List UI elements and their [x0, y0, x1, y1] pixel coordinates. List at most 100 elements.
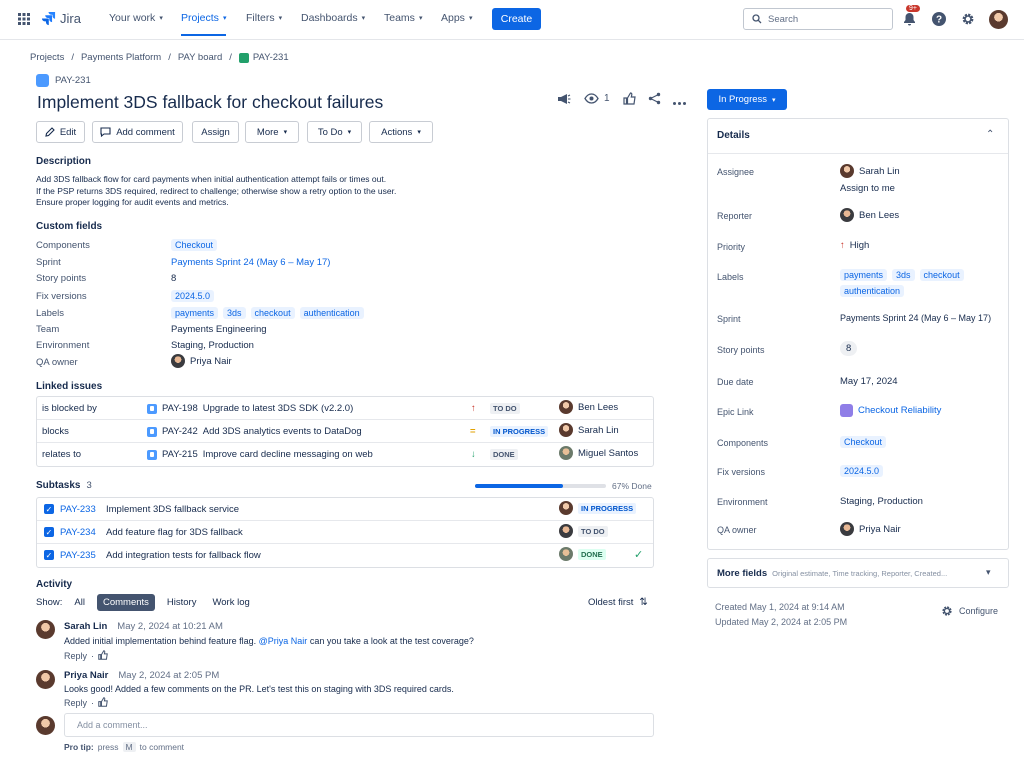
create-button[interactable]: Create — [492, 8, 541, 30]
more-button[interactable]: More ▾ — [245, 121, 299, 143]
label-tag[interactable]: authentication — [299, 307, 364, 319]
reply-button[interactable]: Reply — [64, 651, 87, 661]
label-tag[interactable]: 3ds — [223, 307, 246, 319]
label-tag[interactable]: payments — [840, 269, 888, 281]
nav-your-work[interactable]: Your work ▾ — [109, 12, 163, 24]
cf-qa-owner-value[interactable]: Priya Nair — [171, 354, 232, 368]
details-header[interactable]: Details ⌃ — [708, 119, 1008, 154]
subtask-row[interactable]: ✓ PAY-235 Add integration tests for fall… — [37, 544, 653, 567]
todo-button[interactable]: To Do ▾ — [307, 121, 362, 143]
share-icon[interactable] — [648, 92, 661, 108]
qa-owner-value[interactable]: Priya Nair — [840, 522, 1005, 536]
cf-components-value[interactable]: Checkout — [171, 239, 218, 251]
nav-projects[interactable]: Projects ▾ — [181, 12, 227, 36]
breadcrumb-issue[interactable]: PAY-231 — [238, 52, 289, 63]
comment-author[interactable]: Priya Nair — [64, 670, 108, 681]
help-icon[interactable]: ? — [930, 10, 948, 28]
cf-labels-value[interactable]: payments 3ds checkout authentication — [171, 307, 364, 319]
issue-key[interactable]: PAY-231 — [55, 75, 91, 86]
subtask-summary[interactable]: Implement 3DS fallback service — [106, 504, 239, 515]
settings-gear-icon[interactable] — [959, 10, 977, 28]
subtask-checkbox[interactable]: ✓ — [44, 550, 54, 560]
cf-team-value[interactable]: Payments Engineering — [171, 324, 267, 335]
label-tag[interactable]: checkout — [919, 269, 964, 281]
subtask-checkbox[interactable]: ✓ — [44, 527, 54, 537]
subtask-checkbox[interactable]: ✓ — [44, 504, 54, 514]
version-tag[interactable]: 2024.5.0 — [171, 290, 215, 302]
nav-filters[interactable]: Filters ▾ — [246, 12, 282, 24]
story-points-value[interactable]: 8 — [840, 341, 1005, 356]
assign-button[interactable]: Assign — [192, 121, 239, 143]
add-comment-input[interactable]: Add a comment... — [64, 713, 654, 737]
chevron-down-icon[interactable]: ▾ — [986, 567, 991, 578]
linked-issue[interactable]: PAY-242 Add 3DS analytics events to DataD… — [147, 426, 362, 437]
subtask-key[interactable]: PAY-235 — [60, 550, 96, 561]
cf-story-points-value[interactable]: 8 — [171, 273, 176, 284]
nav-teams[interactable]: Teams ▾ — [384, 12, 422, 24]
cf-environment-value[interactable]: Staging, Production — [171, 340, 254, 351]
subtask-key[interactable]: PAY-233 — [60, 504, 96, 515]
actions-button[interactable]: Actions ▾ — [369, 121, 433, 143]
cf-sprint-value[interactable]: Payments Sprint 24 (May 6 – May 17) — [171, 257, 330, 268]
notifications-bell-icon[interactable]: 9+ — [900, 5, 920, 28]
subtask-summary[interactable]: Add integration tests for fallback flow — [106, 550, 261, 561]
reply-button[interactable]: Reply — [64, 698, 87, 708]
more-fields-section[interactable]: More fields Original estimate, Time trac… — [707, 558, 1009, 588]
linked-issue-row[interactable]: relates to PAY-215 Improve card decline m… — [37, 443, 653, 466]
subtask-row[interactable]: ✓ PAY-233 Implement 3DS fallback service… — [37, 498, 653, 521]
nav-dashboards[interactable]: Dashboards ▾ — [301, 12, 365, 24]
breadcrumb-projects[interactable]: Projects — [30, 52, 64, 63]
like-thumbs-up-icon[interactable] — [98, 697, 108, 709]
priority-value[interactable]: ↑ High — [840, 240, 1005, 251]
like-thumbs-up-icon[interactable] — [623, 92, 636, 108]
app-switcher-icon[interactable] — [18, 13, 30, 28]
issue-title[interactable]: Implement 3DS fallback for checkout fail… — [37, 92, 383, 113]
filter-all[interactable]: All — [70, 594, 89, 611]
subtask-row[interactable]: ✓ PAY-234 Add feature flag for 3DS fallb… — [37, 521, 653, 544]
chevron-up-icon[interactable]: ⌃ — [986, 129, 994, 140]
nav-apps[interactable]: Apps ▾ — [441, 12, 472, 24]
assignee-value[interactable]: Sarah Lin — [840, 164, 1005, 178]
reporter-value[interactable]: Ben Lees — [840, 208, 1005, 222]
assign-to-me-link[interactable]: Assign to me — [840, 183, 1005, 194]
description-body[interactable]: Add 3DS fallback flow for card payments … — [36, 174, 396, 209]
breadcrumb-board[interactable]: PAY board — [178, 52, 222, 63]
configure-button[interactable]: Configure — [941, 605, 998, 617]
profile-avatar[interactable] — [989, 10, 1008, 29]
watch-button[interactable]: 1 — [584, 93, 610, 104]
subtask-summary[interactable]: Add feature flag for 3DS fallback — [106, 527, 243, 538]
label-tag[interactable]: checkout — [250, 307, 295, 319]
epic-link-value[interactable]: Checkout Reliability — [840, 404, 1005, 417]
linked-issue-row[interactable]: blocks PAY-242 Add 3DS analytics events t… — [37, 420, 653, 443]
fix-versions-value[interactable]: 2024.5.0 — [840, 465, 1005, 477]
components-value[interactable]: Checkout — [840, 436, 1005, 448]
mention-link[interactable]: @Priya Nair — [259, 636, 308, 646]
edit-button[interactable]: Edit — [36, 121, 85, 143]
add-comment-button[interactable]: Add comment — [92, 121, 183, 143]
comment-author[interactable]: Sarah Lin — [64, 621, 107, 632]
label-tag[interactable]: 3ds — [892, 269, 915, 281]
label-tag[interactable]: payments — [171, 307, 219, 319]
breadcrumb-project[interactable]: Payments Platform — [81, 52, 161, 63]
filter-work-log[interactable]: Work log — [208, 594, 253, 611]
status-dropdown[interactable]: In Progress ▾ — [707, 89, 787, 110]
environment-value[interactable]: Staging, Production — [840, 496, 1005, 507]
linked-issue-row[interactable]: is blocked by PAY-198 Upgrade to latest 3… — [37, 397, 653, 420]
jira-logo[interactable]: Jira — [41, 11, 81, 26]
filter-comments[interactable]: Comments — [96, 594, 155, 611]
component-tag[interactable]: Checkout — [171, 239, 218, 251]
linked-issue[interactable]: PAY-198 Upgrade to latest 3DS SDK (v2.2.0… — [147, 403, 353, 414]
sprint-value[interactable]: Payments Sprint 24 (May 6 – May 17) — [840, 313, 1005, 323]
subtask-key[interactable]: PAY-234 — [60, 527, 96, 538]
version-tag[interactable]: 2024.5.0 — [840, 465, 884, 477]
feedback-megaphone-icon[interactable] — [557, 93, 571, 108]
labels-value[interactable]: payments 3ds checkout authentication — [840, 269, 1005, 297]
component-tag[interactable]: Checkout — [840, 436, 887, 448]
like-thumbs-up-icon[interactable] — [98, 650, 108, 662]
search-input[interactable]: Search — [743, 8, 893, 30]
due-date-value[interactable]: May 17, 2024 — [840, 376, 1005, 387]
filter-history[interactable]: History — [163, 594, 201, 611]
label-tag[interactable]: authentication — [840, 285, 905, 297]
cf-fix-versions-value[interactable]: 2024.5.0 — [171, 290, 215, 302]
sort-order-button[interactable]: Oldest first ⇅ — [588, 597, 648, 608]
